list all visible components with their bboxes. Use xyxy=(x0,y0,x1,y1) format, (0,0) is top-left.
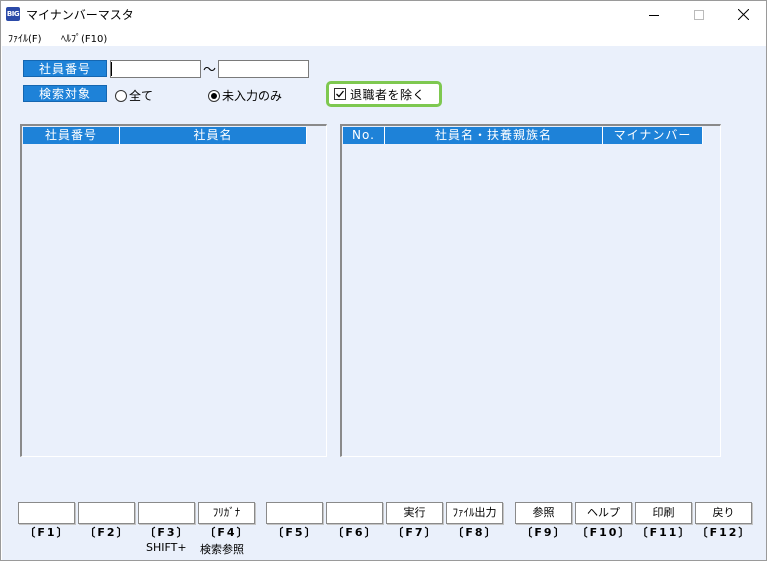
employee-no-from-input[interactable] xyxy=(110,60,201,78)
radio-all[interactable]: 全て xyxy=(115,87,153,104)
f1-button[interactable] xyxy=(18,502,75,524)
column-employee-name[interactable]: 社員名 xyxy=(120,127,307,144)
f4-furigana-button[interactable]: ﾌﾘｶﾞﾅ xyxy=(198,502,255,524)
radio-circle-icon xyxy=(115,89,127,102)
shift-modifier-label: SHIFT+ xyxy=(146,541,187,554)
maximize-icon xyxy=(694,9,704,20)
f8-key-label: 〔F8〕 xyxy=(452,526,498,539)
app-logo-icon: BIG xyxy=(6,7,20,21)
f12-back-button[interactable]: 戻り xyxy=(695,502,752,524)
f7-key-label: 〔F7〕 xyxy=(392,526,438,539)
employee-no-to-input[interactable] xyxy=(218,60,309,78)
search-target-label: 検索対象 xyxy=(23,85,107,102)
checkbox-checked-icon xyxy=(334,88,346,100)
column-employee-no[interactable]: 社員番号 xyxy=(23,127,120,144)
f11-key-label: 〔F11〕 xyxy=(636,526,692,539)
close-icon xyxy=(737,9,749,20)
range-separator: ～ xyxy=(203,63,217,78)
title-bar: BIG マイナンバーマスタ xyxy=(1,1,766,28)
f6-key-label: 〔F6〕 xyxy=(332,526,378,539)
column-name-dependents[interactable]: 社員名・扶養親族名 xyxy=(385,127,603,144)
f1-key-label: 〔F1〕 xyxy=(24,526,70,539)
f5-button[interactable] xyxy=(266,502,323,524)
window-title: マイナンバーマスタ xyxy=(26,8,134,22)
f10-key-label: 〔F10〕 xyxy=(576,526,632,539)
employee-list[interactable]: 社員番号 社員名 xyxy=(20,124,327,457)
employee-no-label: 社員番号 xyxy=(23,60,107,77)
f4-key-label: 〔F4〕 xyxy=(204,526,250,539)
text-caret xyxy=(111,62,112,76)
column-no[interactable]: No. xyxy=(343,127,385,144)
f8-file-output-button[interactable]: ﾌｧｲﾙ出力 xyxy=(446,502,503,524)
f6-button[interactable] xyxy=(326,502,383,524)
f3-key-label: 〔F3〕 xyxy=(144,526,190,539)
menu-bar: ﾌｧｲﾙ(F) ﾍﾙﾌﾟ(F10) xyxy=(1,28,766,46)
f9-reference-button[interactable]: 参照 xyxy=(515,502,572,524)
exclude-retired-checkbox[interactable]: 退職者を除く xyxy=(326,81,442,107)
radio-unentered[interactable]: 未入力のみ xyxy=(208,87,282,104)
mynumber-list[interactable]: No. 社員名・扶養親族名 マイナンバー xyxy=(340,124,721,457)
f7-execute-button[interactable]: 実行 xyxy=(386,502,443,524)
f12-key-label: 〔F12〕 xyxy=(696,526,752,539)
minimize-icon xyxy=(649,14,659,16)
column-mynumber[interactable]: マイナンバー xyxy=(603,127,703,144)
radio-unentered-label: 未入力のみ xyxy=(222,89,283,103)
shift-f4-search-ref-label: 検索参照 xyxy=(200,543,244,556)
radio-selected-icon xyxy=(208,89,220,102)
f3-button[interactable] xyxy=(138,502,195,524)
maximize-button[interactable] xyxy=(676,1,722,28)
f10-help-button[interactable]: ヘルプ xyxy=(575,502,632,524)
app-window: BIG マイナンバーマスタ ﾌｧｲﾙ(F) ﾍﾙﾌﾟ(F10) 社員番号 ～ 検… xyxy=(0,0,767,561)
f9-key-label: 〔F9〕 xyxy=(521,526,567,539)
minimize-button[interactable] xyxy=(631,1,677,28)
f11-print-button[interactable]: 印刷 xyxy=(635,502,692,524)
f2-key-label: 〔F2〕 xyxy=(84,526,130,539)
close-button[interactable] xyxy=(720,1,766,28)
f2-button[interactable] xyxy=(78,502,135,524)
menu-file[interactable]: ﾌｧｲﾙ(F) xyxy=(8,30,42,45)
f5-key-label: 〔F5〕 xyxy=(272,526,318,539)
radio-all-label: 全て xyxy=(129,89,154,103)
menu-help[interactable]: ﾍﾙﾌﾟ(F10) xyxy=(61,30,107,45)
exclude-retired-label: 退職者を除く xyxy=(350,87,426,102)
